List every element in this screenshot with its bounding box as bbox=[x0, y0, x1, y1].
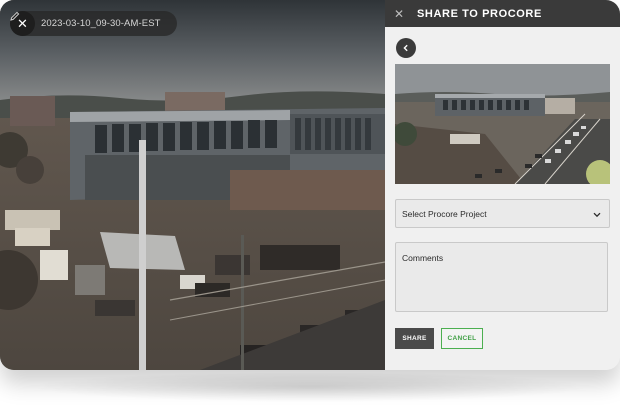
construction-site-image bbox=[0, 0, 385, 370]
chevron-left-icon bbox=[403, 44, 408, 52]
close-panel-icon[interactable]: ✕ bbox=[394, 7, 406, 21]
procore-project-select-label: Select Procore Project bbox=[402, 208, 487, 219]
share-dialog-card: ✕ 2023-03-10_09-30-AM-EST ✕ SHARE TO PRO… bbox=[0, 0, 620, 370]
card-shadow bbox=[30, 372, 590, 402]
procore-project-select[interactable]: Select Procore Project bbox=[395, 199, 610, 228]
comments-field[interactable]: Comments bbox=[395, 242, 608, 312]
snapshot-title: 2023-03-10_09-30-AM-EST bbox=[41, 18, 161, 29]
chevron-down-icon bbox=[593, 205, 601, 223]
share-to-procore-panel: ✕ SHARE TO PROCORE Select Procore Projec… bbox=[385, 0, 620, 370]
back-button[interactable] bbox=[396, 38, 416, 58]
camera-snapshot: ✕ 2023-03-10_09-30-AM-EST bbox=[0, 0, 385, 370]
cancel-button[interactable]: CANCEL bbox=[441, 328, 483, 349]
panel-header: ✕ SHARE TO PROCORE bbox=[385, 0, 620, 27]
snapshot-thumbnail bbox=[395, 64, 610, 184]
panel-title: SHARE TO PROCORE bbox=[417, 7, 542, 20]
share-button[interactable]: SHARE bbox=[395, 328, 434, 349]
snapshot-title-bar: ✕ 2023-03-10_09-30-AM-EST bbox=[10, 11, 177, 36]
